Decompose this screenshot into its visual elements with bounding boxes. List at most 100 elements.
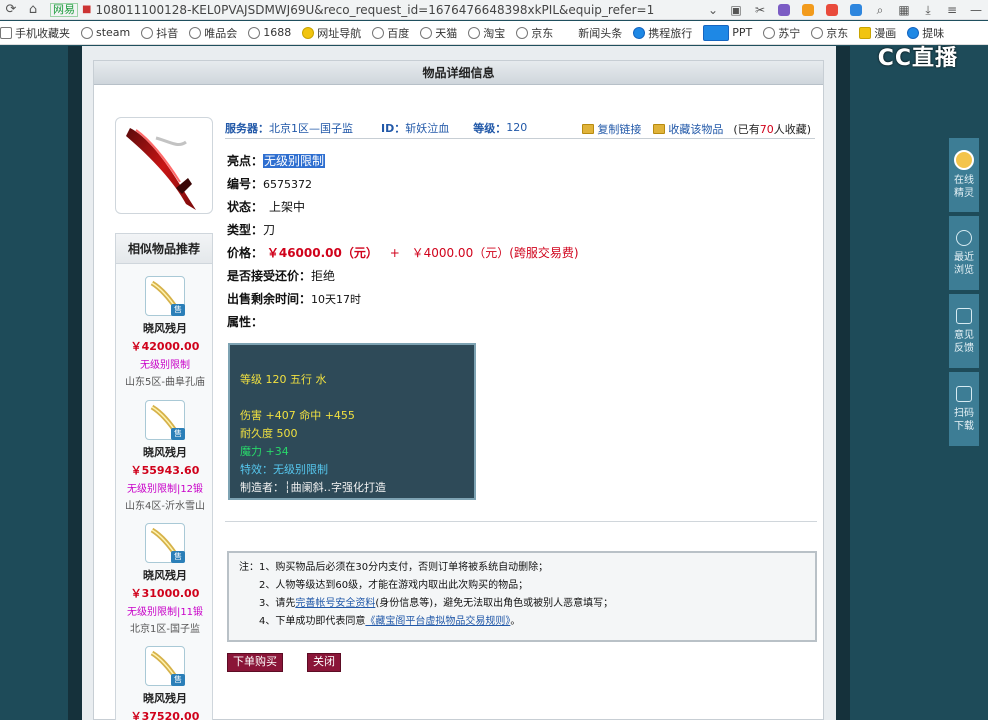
bargain-label: 是否接受还价： (227, 269, 312, 283)
bookmark-item[interactable]: 抖音 (141, 25, 178, 41)
attributes-label: 属性： (227, 315, 264, 329)
item-actions: 复制链接 收藏该物品 (已有 70 人收藏) (582, 121, 811, 137)
similar-item-thumbnail[interactable]: 售 (145, 400, 185, 440)
similar-item-price: ￥42000.00 (130, 340, 200, 353)
chevron-down-icon[interactable]: ⌄ (708, 3, 718, 17)
panel-title: 物品详细信息 (94, 61, 823, 85)
bookmark-item[interactable]: 手机收藏夹 (0, 25, 70, 41)
for-sale-badge: 售 (171, 428, 185, 440)
id-label: ID： (381, 121, 406, 135)
url-text: 108011100128-KEL0PVAJSDMWJ69U&reco_reque… (95, 2, 655, 17)
bookmark-folder-icon (0, 26, 12, 39)
bookmark-item[interactable]: 提味 (907, 25, 944, 41)
bookmark-item[interactable]: 漫画 (859, 25, 896, 41)
copy-link-button[interactable]: 复制链接 (597, 121, 641, 137)
bookmark-item[interactable]: 1688 (248, 26, 291, 39)
bookmark-item[interactable]: 京东 (811, 25, 848, 41)
reload-icon[interactable]: ⟳ (0, 0, 22, 20)
extension-toolbar: ▣ ✂ ⌕ ▦ ⤓ ≡ — (724, 0, 988, 20)
status-label: 状态： (227, 200, 264, 214)
copy-link-icon (582, 124, 595, 134)
bookmark-item[interactable]: 京东 (516, 25, 553, 41)
id-value: 斩妖泣血 (405, 121, 450, 135)
apps-grid-icon[interactable]: ▦ (892, 0, 916, 20)
similar-item-thumbnail[interactable]: 售 (145, 523, 185, 563)
bookmark-item[interactable]: 唯品会 (189, 25, 237, 41)
similar-item-price: ￥37520.00 (130, 710, 200, 720)
url-field[interactable]: 网易 ■ 108011100128-KEL0PVAJSDMWJ69U&reco_… (50, 1, 700, 19)
attr-level-element: 等级 120 五行 水 (240, 373, 327, 386)
attr-durability: 耐久度 500 (240, 427, 298, 440)
attr-special-effect: 特效：无级别限制 (240, 463, 328, 476)
search-icon[interactable]: ⌕ (868, 0, 892, 20)
home-icon[interactable]: ⌂ (22, 0, 44, 20)
extension-purple-icon[interactable] (772, 0, 796, 20)
divider (225, 521, 817, 522)
account-security-link[interactable]: 完善帐号安全资料 (295, 598, 375, 609)
similar-item-tag: 无级别限制|12锻 (126, 484, 204, 495)
bargain-value: 拒绝 (311, 269, 336, 283)
clock-icon (956, 229, 972, 246)
similar-item-thumbnail[interactable]: 售 (145, 276, 185, 316)
attr-maker: 制造者：┆曲阑斜‥字强化打造 (240, 481, 386, 494)
bookmark-item[interactable]: 苏宁 (763, 25, 800, 41)
favorite-count-prefix: (已有 (733, 123, 760, 136)
similar-item[interactable]: 售 晓风残月 ￥37520.00 (116, 646, 214, 720)
bookmark-item[interactable]: 天猫 (420, 25, 457, 41)
similar-item-server: 山东5区-曲阜孔庙 (125, 377, 205, 388)
similar-item-name: 晓风残月 (143, 692, 187, 705)
right-border (836, 46, 850, 720)
favorite-count-suffix: 人收藏) (773, 123, 811, 136)
similar-item[interactable]: 售 晓风残月 ￥31000.00 无级别限制|11锻 北京1区-国子监 (116, 523, 214, 635)
similar-item[interactable]: 售 晓风残月 ￥42000.00 无级别限制 山东5区-曲阜孔庙 (116, 276, 214, 388)
floating-toolbar: 在线精灵 最近浏览 意见反馈 扫码下载 (949, 138, 979, 450)
navigation-icon (302, 26, 315, 39)
ppt-icon (703, 24, 730, 41)
extension-red-icon[interactable] (820, 0, 844, 20)
bookmark-item[interactable]: 淘宝 (468, 25, 505, 41)
for-sale-badge: 售 (171, 551, 185, 563)
serial-label: 编号： (227, 177, 264, 191)
bookmark-item[interactable]: 携程旅行 (633, 25, 692, 41)
extension-blue-icon[interactable] (844, 0, 868, 20)
extension-orange-icon[interactable] (796, 0, 820, 20)
note-line-4: 4、下单成功即代表同意《藏宝阁平台虚拟物品交易规则》。 (259, 616, 521, 627)
bookmarks-bar: 手机收藏夹 steam 抖音 唯品会 1688 网址导航 百度 天猫 淘宝 京东… (0, 21, 988, 45)
remaining-time-value: 10天17时 (311, 293, 362, 306)
bookmark-item[interactable]: PPT (703, 24, 752, 41)
price-value: ￥46000.00（元） (266, 246, 378, 260)
status-value: 上架中 (269, 200, 306, 214)
buy-button[interactable]: 下单购买 (227, 653, 283, 672)
scan-download-label: 扫码下载 (954, 407, 974, 432)
travel-icon (633, 26, 646, 39)
comic-icon (859, 26, 872, 39)
minimize-icon[interactable]: — (964, 0, 988, 20)
download-icon[interactable]: ⤓ (916, 0, 940, 20)
feedback-button[interactable]: 意见反馈 (949, 294, 979, 368)
bookmark-item[interactable]: 百度 (372, 25, 409, 41)
for-sale-badge: 售 (171, 674, 185, 686)
status-row: 状态： 上架中 (227, 198, 305, 215)
bookmark-item[interactable]: 新闻头条 (578, 25, 622, 41)
menu-icon[interactable]: ≡ (940, 0, 964, 20)
remaining-time-label: 出售剩余时间： (227, 292, 312, 306)
similar-item-thumbnail[interactable]: 售 (145, 646, 185, 686)
bookmark-item[interactable]: 网址导航 (302, 25, 361, 41)
globe-icon (141, 26, 154, 39)
similar-item[interactable]: 售 晓风残月 ￥55943.60 无级别限制|12锻 山东4区-沂水雪山 (116, 400, 214, 512)
left-border (68, 46, 82, 720)
online-assistant-button[interactable]: 在线精灵 (949, 138, 979, 212)
price-plus: + (389, 246, 400, 260)
trading-rules-link[interactable]: 《藏宝阁平台虚拟物品交易规则》 (365, 616, 510, 627)
screenshot-icon[interactable]: ▣ (724, 0, 748, 20)
scissors-icon[interactable]: ✂ (748, 0, 772, 20)
close-button[interactable]: 关闭 (307, 653, 341, 672)
item-summary-line: 服务器： 北京1区—国子监 ID： 斩妖泣血 等级： 120 复制链接 收藏该物… (225, 117, 815, 139)
item-image (115, 117, 213, 214)
similar-item-price: ￥31000.00 (130, 587, 200, 600)
recent-browse-button[interactable]: 最近浏览 (949, 216, 979, 290)
site-security-badge[interactable]: 网易 (50, 2, 78, 17)
scan-download-button[interactable]: 扫码下载 (949, 372, 979, 446)
bookmark-item[interactable]: steam (81, 26, 130, 39)
favorite-button[interactable]: 收藏该物品 (668, 121, 723, 137)
